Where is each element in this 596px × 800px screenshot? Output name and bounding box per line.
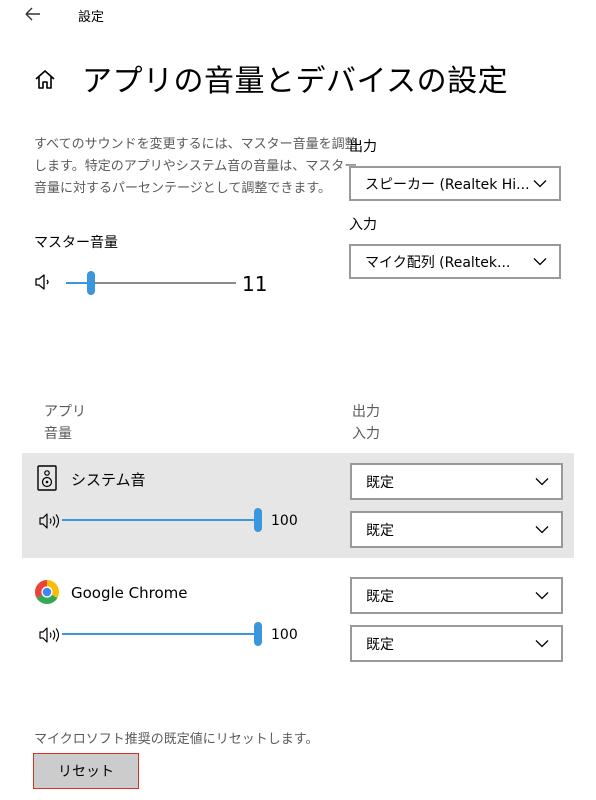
- chevron-down-icon: [533, 257, 547, 265]
- reset-button[interactable]: リセット: [33, 753, 139, 789]
- app-input-dropdown[interactable]: 既定: [350, 625, 563, 662]
- output-device-value: スピーカー (Realtek Hi...: [365, 176, 530, 193]
- app-output-value: 既定: [366, 588, 394, 605]
- input-device-value: マイク配列 (Realtek...: [365, 254, 511, 271]
- header-app: アプリ 音量: [44, 401, 86, 445]
- app-name: Google Chrome: [71, 584, 188, 602]
- chrome-icon: [34, 579, 60, 605]
- back-arrow-icon: [25, 7, 40, 21]
- title-bar: 設定: [0, 0, 596, 30]
- chevron-down-icon: [535, 525, 549, 533]
- header-device: 出力 入力: [352, 401, 380, 445]
- app-volume-value: 100: [271, 627, 298, 643]
- chevron-down-icon: [533, 179, 547, 187]
- page-title: アプリの音量とデバイスの設定: [82, 64, 509, 99]
- speaker-mute-toggle-icon[interactable]: [34, 272, 52, 292]
- header-app-label: アプリ: [44, 404, 86, 420]
- app-output-value: 既定: [366, 474, 394, 491]
- speaker-mute-toggle-icon[interactable]: [38, 512, 62, 530]
- app-volume-value: 100: [271, 513, 298, 529]
- slider-thumb[interactable]: [86, 271, 95, 295]
- master-volume-value: 11: [242, 272, 268, 296]
- header-volume-label: 音量: [44, 426, 72, 442]
- app-output-dropdown[interactable]: 既定: [350, 577, 563, 614]
- app-input-value: 既定: [366, 522, 394, 539]
- master-volume-slider[interactable]: [66, 270, 236, 296]
- chevron-down-icon: [535, 639, 549, 647]
- reset-button-label: リセット: [58, 764, 114, 780]
- app-output-dropdown[interactable]: 既定: [350, 463, 563, 500]
- speaker-device-icon: [36, 464, 58, 492]
- app-input-value: 既定: [366, 636, 394, 653]
- master-volume-label: マスター音量: [34, 235, 118, 251]
- master-description: すべてのサウンドを変更するには、マスター音量を調整します。特定のアプリやシステム…: [34, 137, 358, 196]
- header-output-label: 出力: [352, 404, 380, 420]
- input-device-dropdown[interactable]: マイク配列 (Realtek...: [349, 244, 561, 279]
- slider-fill: [62, 633, 258, 635]
- slider-fill: [62, 519, 258, 521]
- back-button[interactable]: [22, 4, 44, 24]
- reset-description: マイクロソフト推奨の既定値にリセットします。: [34, 732, 319, 747]
- chevron-down-icon: [535, 591, 549, 599]
- app-name: システム音: [71, 471, 146, 489]
- app-volume-slider[interactable]: [62, 621, 262, 647]
- slider-thumb[interactable]: [254, 622, 262, 646]
- output-label: 出力: [349, 139, 377, 155]
- input-label: 入力: [349, 217, 377, 233]
- home-icon[interactable]: [34, 68, 56, 92]
- window-title: 設定: [78, 10, 105, 25]
- slider-thumb[interactable]: [254, 508, 262, 532]
- header-input-label: 入力: [352, 426, 380, 442]
- speaker-mute-toggle-icon[interactable]: [38, 626, 62, 644]
- chevron-down-icon: [535, 477, 549, 485]
- app-input-dropdown[interactable]: 既定: [350, 511, 563, 548]
- app-volume-slider[interactable]: [62, 507, 262, 533]
- output-device-dropdown[interactable]: スピーカー (Realtek Hi...: [349, 166, 561, 201]
